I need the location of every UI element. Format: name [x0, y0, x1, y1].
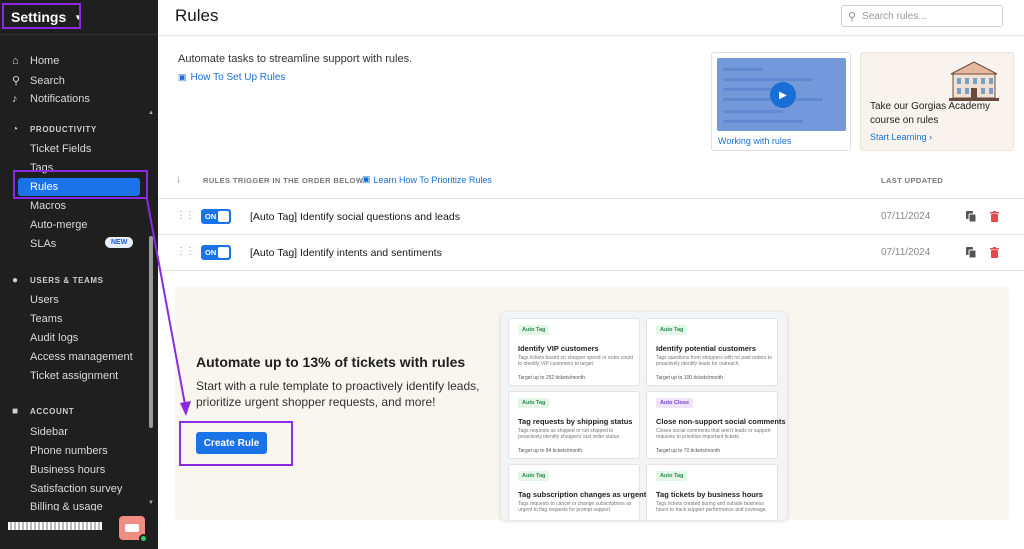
- arrow-annotation-icon: [146, 198, 191, 416]
